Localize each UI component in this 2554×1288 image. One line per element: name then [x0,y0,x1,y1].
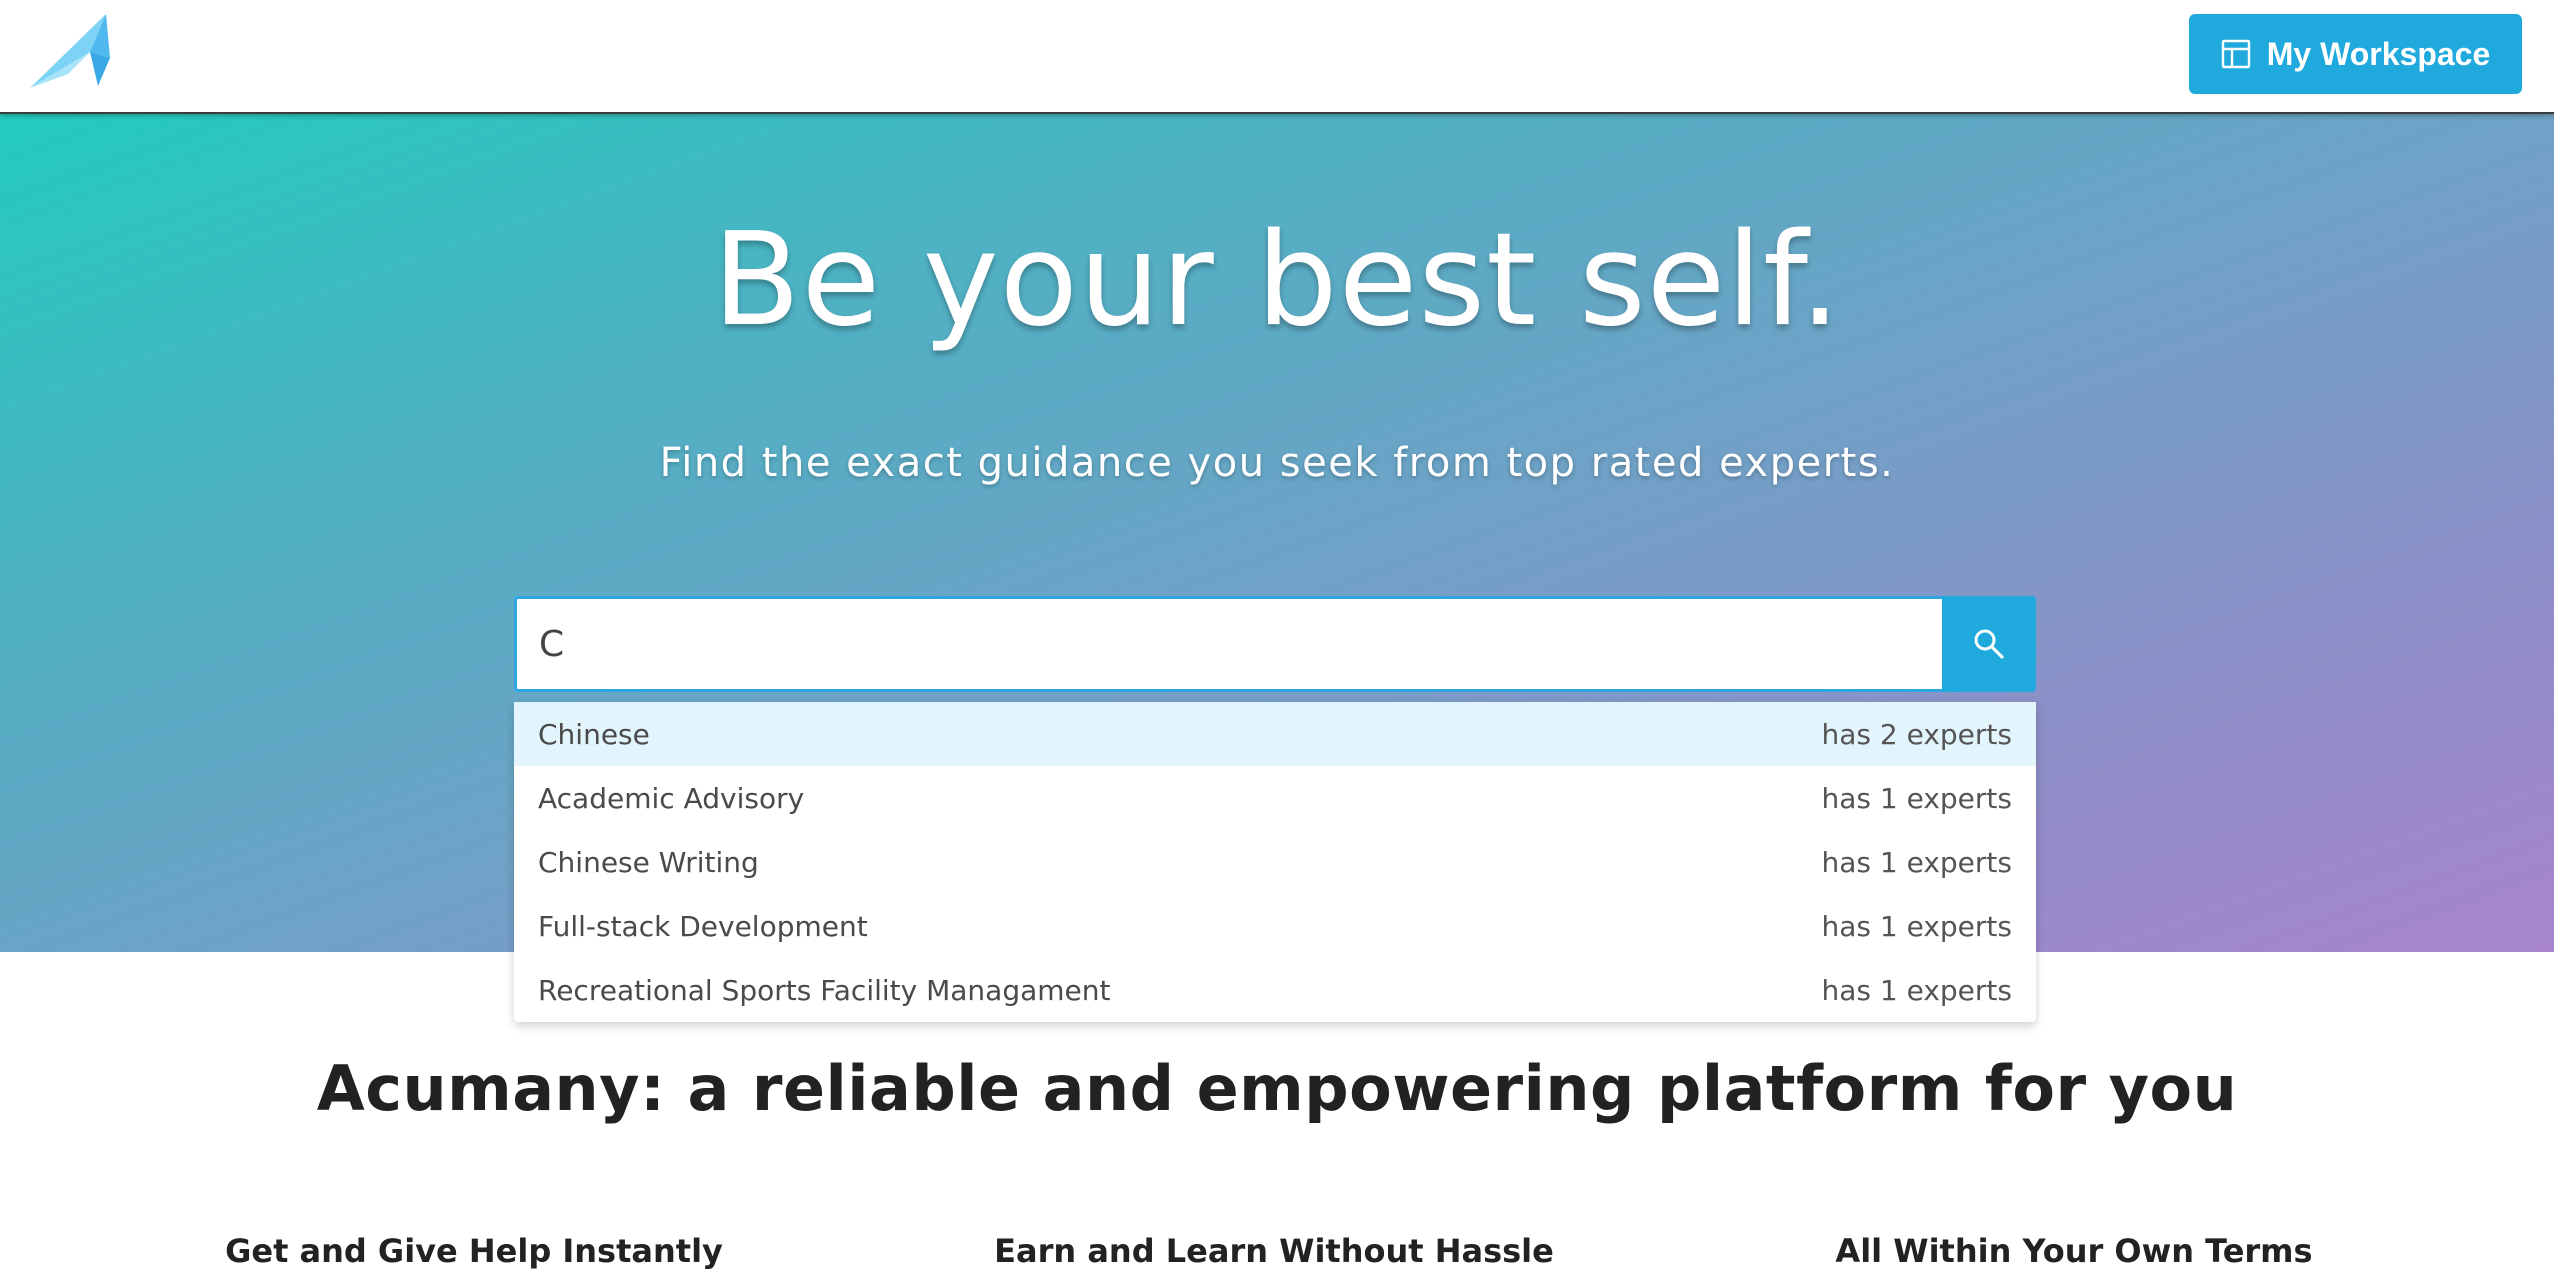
acumany-logo[interactable] [28,12,124,92]
search-icon [1974,629,2004,659]
search-input[interactable] [514,596,1942,692]
suggestion-item[interactable]: Chinese Writing has 1 experts [514,830,2036,894]
suggestion-count: has 1 experts [1821,845,2013,879]
my-workspace-button[interactable]: My Workspace [2189,14,2522,94]
suggestion-label: Chinese Writing [538,845,759,879]
logo-icon [30,14,110,88]
suggestion-item[interactable]: Chinese has 2 experts [514,702,2036,766]
suggestion-item[interactable]: Academic Advisory has 1 experts [514,766,2036,830]
search-button[interactable] [1942,596,2036,692]
workspace-layout-icon [2221,39,2250,69]
suggestion-label: Chinese [538,717,650,751]
platform-heading: Acumany: a reliable and empowering platf… [316,1052,2238,1125]
suggestion-count: has 1 experts [1821,781,2013,815]
suggestion-count: has 1 experts [1821,973,2013,1007]
suggestion-label: Full-stack Development [538,909,868,943]
suggestion-count: has 2 experts [1821,717,2013,751]
feature-heading-earn: Earn and Learn Without Hassle [994,1232,1554,1270]
suggestion-label: Academic Advisory [538,781,805,815]
suggestion-item[interactable]: Full-stack Development has 1 experts [514,894,2036,958]
suggestion-label: Recreational Sports Facility Managament [538,973,1111,1007]
suggestion-item[interactable]: Recreational Sports Facility Managament … [514,958,2036,1022]
hero-title: Be your best self. [712,206,1842,355]
hero-subtitle: Find the exact guidance you seek from to… [659,440,1895,486]
suggestion-count: has 1 experts [1821,909,2013,943]
my-workspace-label: My Workspace [2266,35,2491,72]
search-suggestions: Chinese has 2 experts Academic Advisory … [514,702,2036,1022]
feature-heading-terms: All Within Your Own Terms [1835,1232,2313,1270]
search-bar [514,596,2036,692]
top-navbar: My Workspace [0,0,2554,114]
feature-heading-help: Get and Give Help Instantly [225,1232,723,1270]
